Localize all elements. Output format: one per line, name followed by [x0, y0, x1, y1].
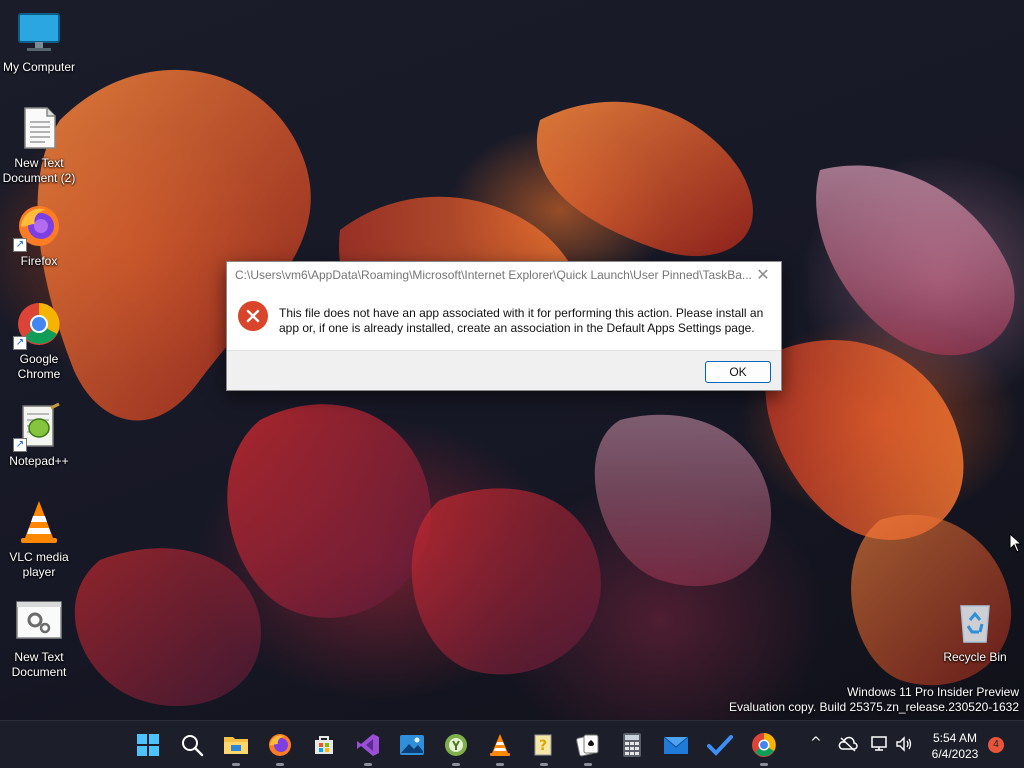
taskbar-firefox[interactable]	[264, 729, 296, 766]
volume-icon[interactable]	[895, 735, 913, 753]
recycle-bin-icon	[951, 598, 999, 646]
checkmark-icon	[707, 735, 733, 756]
taskbar: ? ^ 5:54 AM 6/4/2023	[0, 720, 1024, 768]
photos-icon	[400, 735, 424, 755]
running-indicator	[232, 763, 240, 766]
running-indicator	[364, 763, 372, 766]
taskbar-mail[interactable]	[660, 729, 692, 761]
taskbar-app-green[interactable]	[440, 729, 472, 766]
taskbar-photos[interactable]	[396, 729, 428, 761]
taskbar-visual-studio[interactable]	[352, 729, 384, 766]
vlc-icon	[490, 734, 510, 756]
running-indicator	[760, 763, 768, 766]
monitor-icon	[15, 8, 63, 56]
close-button[interactable]: ✕	[751, 264, 775, 286]
windows-watermark: Windows 11 Pro Insider Preview Evaluatio…	[729, 685, 1019, 715]
clock-time: 5:54 AM	[932, 731, 978, 745]
running-indicator	[540, 763, 548, 766]
dialog-footer: OK	[227, 350, 781, 390]
clock-date: 6/4/2023	[931, 747, 979, 761]
desktop-icon-label: Notepad++	[9, 454, 69, 468]
chrome-icon: ↗	[13, 300, 63, 350]
windows-logo-icon	[137, 734, 159, 756]
search-button[interactable]	[176, 729, 208, 761]
ok-button[interactable]: OK	[705, 361, 771, 383]
text-document-icon	[15, 104, 63, 152]
dialog-titlebar[interactable]: C:\Users\vm6\AppData\Roaming\Microsoft\I…	[227, 262, 781, 288]
watermark-build: Evaluation copy. Build 25375.zn_release.…	[729, 700, 1019, 714]
desktop-icon-label: Recycle Bin	[943, 650, 1007, 664]
taskbar-solitaire[interactable]	[572, 729, 604, 766]
network-icon[interactable]	[870, 735, 888, 753]
help-icon: ?	[534, 734, 552, 756]
shortcut-arrow-icon: ↗	[13, 336, 27, 350]
watermark-edition: Windows 11 Pro Insider Preview	[847, 685, 1019, 699]
dialog-title: C:\Users\vm6\AppData\Roaming\Microsoft\I…	[235, 268, 752, 282]
mail-icon	[663, 736, 689, 754]
running-indicator	[496, 763, 504, 766]
taskbar-microsoft-store[interactable]	[308, 729, 340, 761]
onedrive-offline-icon[interactable]	[838, 736, 858, 752]
visual-studio-icon	[357, 734, 379, 756]
running-indicator	[276, 763, 284, 766]
folder-icon	[224, 737, 248, 754]
settings-document-icon	[15, 598, 63, 646]
clock[interactable]: 5:54 AM 6/4/2023	[922, 730, 988, 762]
desktop-icon-label: New Text Document	[11, 650, 67, 679]
desktop-icon-notepadpp[interactable]: ↗ Notepad++	[0, 402, 78, 469]
start-button[interactable]	[132, 729, 164, 761]
desktop-icon-label: VLC media player	[9, 550, 69, 579]
svg-text:?: ?	[539, 738, 547, 754]
notification-badge[interactable]: 4	[988, 737, 1004, 753]
dialog-body: This file does not have an app associate…	[227, 288, 781, 350]
desktop-icon-firefox[interactable]: ↗ Firefox	[0, 202, 78, 269]
chrome-icon	[752, 733, 776, 757]
notepadpp-icon: ↗	[13, 402, 63, 452]
desktop-icon-google-chrome[interactable]: ↗ Google Chrome	[0, 300, 78, 382]
shortcut-arrow-icon: ↗	[13, 438, 27, 452]
desktop-icon-label: Firefox	[20, 254, 58, 268]
firefox-icon: ↗	[13, 202, 63, 252]
mouse-cursor-icon	[1009, 533, 1023, 553]
error-icon	[238, 301, 268, 331]
desktop-icon-label: Google Chrome	[17, 352, 61, 381]
taskbar-chrome[interactable]	[748, 729, 780, 766]
desktop-icon-vlc[interactable]: VLC media player	[0, 498, 78, 580]
desktop-icon-my-computer[interactable]: My Computer	[0, 8, 78, 75]
taskbar-help-app[interactable]: ?	[528, 729, 560, 766]
shortcut-arrow-icon: ↗	[13, 238, 27, 252]
store-icon	[315, 736, 333, 754]
running-indicator	[452, 763, 460, 766]
taskbar-calculator[interactable]	[616, 729, 648, 761]
search-icon	[182, 735, 204, 757]
taskbar-file-explorer[interactable]	[220, 729, 252, 766]
firefox-icon	[269, 734, 291, 756]
desktop-icon-new-text-document[interactable]: New Text Document	[0, 598, 78, 680]
running-indicator	[584, 763, 592, 766]
desktop-icon-recycle-bin[interactable]: Recycle Bin	[936, 598, 1014, 665]
desktop-icon-label: My Computer	[2, 60, 76, 74]
green-circle-icon	[445, 734, 467, 756]
desktop-icon-new-text-document-2[interactable]: New Text Document (2)	[0, 104, 78, 186]
cards-icon	[576, 734, 599, 757]
tray-chevron-button[interactable]: ^	[810, 735, 822, 751]
desktop-icon-label: New Text Document (2)	[2, 156, 76, 185]
calculator-icon	[623, 733, 641, 757]
taskbar-todo[interactable]	[704, 729, 736, 761]
error-dialog: C:\Users\vm6\AppData\Roaming\Microsoft\I…	[226, 261, 782, 391]
dialog-message: This file does not have an app associate…	[279, 306, 764, 335]
taskbar-vlc[interactable]	[484, 729, 516, 766]
vlc-icon	[15, 498, 63, 546]
